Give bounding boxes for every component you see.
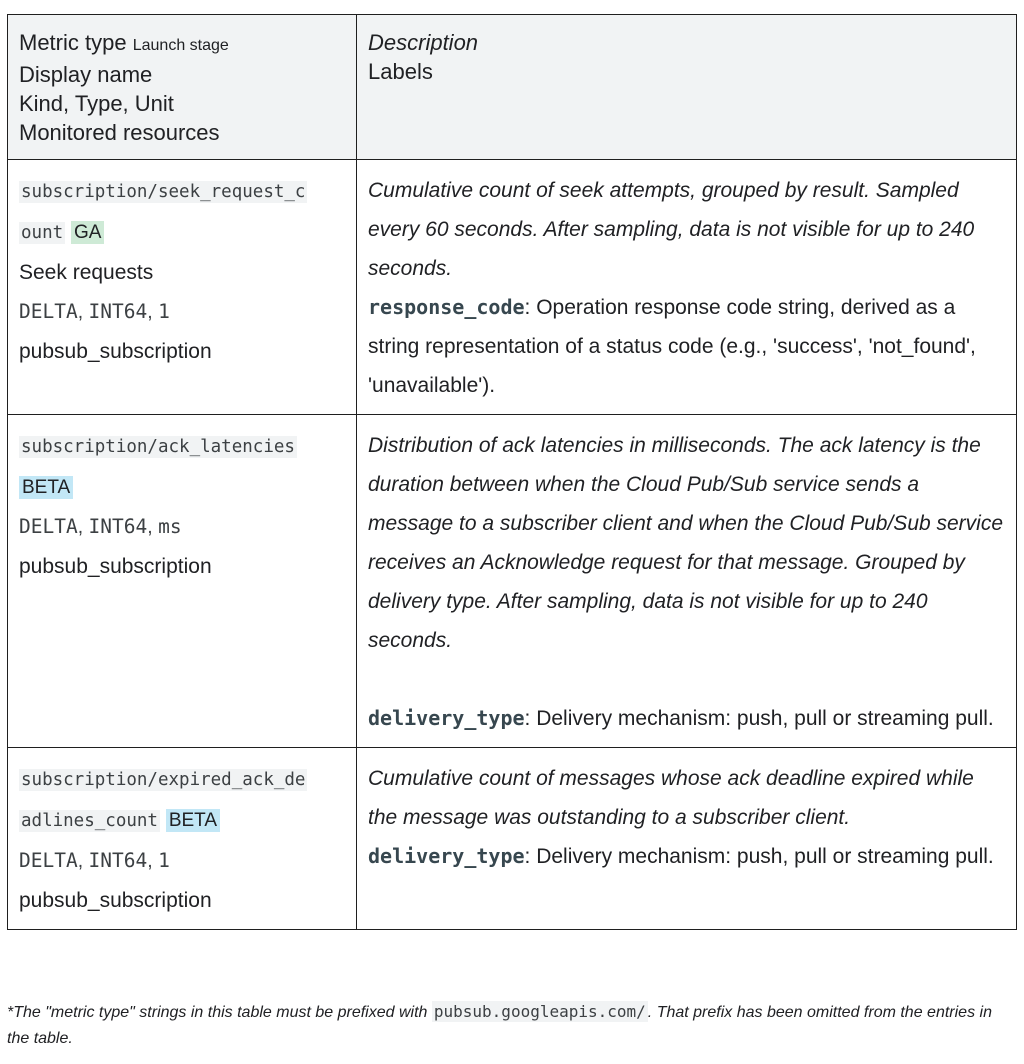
table-footnote: *The "metric type" strings in this table… (7, 999, 1007, 1052)
table-row: subscription/expired_ack_de adlines_coun… (7, 747, 1017, 930)
label-description: : Delivery mechanism: push, pull or stre… (524, 845, 994, 868)
table-header-row: Metric type Launch stage Display name Ki… (7, 14, 1017, 160)
value-type: INT64 (88, 849, 148, 872)
metric-description: Cumulative count of seek attempts, group… (368, 179, 975, 280)
label-description: : Delivery mechanism: push, pull or stre… (524, 707, 994, 730)
metric-type: subscription/seek_request_c (19, 181, 308, 203)
header-labels: Labels (368, 59, 433, 84)
label-name: response_code (368, 295, 525, 319)
header-description: Description (368, 30, 479, 55)
kind-type-unit: DELTA, INT64, 1 (19, 849, 170, 872)
footnote-prefix-code: pubsub.googleapis.com/ (431, 1001, 648, 1022)
metric-type-continued: ount (19, 222, 66, 244)
description-cell: Distribution of ack latencies in millise… (356, 414, 1017, 748)
metrics-table: Metric type Launch stage Display name Ki… (7, 14, 1017, 930)
launch-stage-badge: GA (71, 221, 105, 244)
header-display-name: Display name (19, 62, 153, 87)
monitored-resource: pubsub_subscription (19, 340, 212, 363)
metric-cell: subscription/ack_latencies BETA DELTA, I… (7, 414, 357, 748)
value-type: INT64 (88, 515, 148, 538)
label-name: delivery_type (368, 706, 525, 730)
kind-type-unit: DELTA, INT64, ms (19, 515, 182, 538)
header-monitored-resources: Monitored resources (19, 120, 220, 145)
launch-stage-badge: BETA (19, 476, 74, 499)
metric-type-continued: adlines_count (19, 810, 160, 832)
monitored-resource: pubsub_subscription (19, 555, 212, 578)
metrics-table-container: Metric type Launch stage Display name Ki… (7, 14, 1017, 930)
header-kind-type-unit: Kind, Type, Unit (19, 91, 174, 116)
metric-cell: subscription/seek_request_c ount GA Seek… (7, 159, 357, 415)
metric-type: subscription/ack_latencies (19, 436, 297, 458)
header-launch-stage: Launch stage (132, 37, 229, 54)
metric-kind: DELTA (19, 515, 78, 538)
monitored-resource: pubsub_subscription (19, 889, 212, 912)
table-row: subscription/seek_request_c ount GA Seek… (7, 159, 1017, 415)
description-cell: Cumulative count of seek attempts, group… (356, 159, 1017, 415)
header-metric-column: Metric type Launch stage Display name Ki… (7, 14, 357, 160)
metric-kind: DELTA (19, 300, 78, 323)
metric-cell: subscription/expired_ack_de adlines_coun… (7, 747, 357, 930)
table-row: subscription/ack_latencies BETA DELTA, I… (7, 414, 1017, 748)
metric-kind: DELTA (19, 849, 78, 872)
label-entry: delivery_type: Delivery mechanism: push,… (368, 699, 1005, 738)
kind-type-unit: DELTA, INT64, 1 (19, 300, 170, 323)
label-entry: delivery_type: Delivery mechanism: push,… (368, 837, 1005, 876)
display-name: Seek requests (19, 261, 154, 284)
header-description-column: Description Labels (356, 14, 1017, 160)
metric-type: subscription/expired_ack_de (19, 769, 308, 791)
header-metric-type: Metric type (19, 30, 127, 55)
label-name: delivery_type (368, 844, 525, 868)
label-entry: response_code: Operation response code s… (368, 288, 1005, 405)
unit: ms (158, 515, 182, 538)
footnote-text-before: *The "metric type" strings in this table… (7, 1004, 432, 1021)
description-cell: Cumulative count of messages whose ack d… (356, 747, 1017, 930)
launch-stage-badge: BETA (165, 809, 221, 832)
value-type: INT64 (88, 300, 148, 323)
unit: 1 (158, 300, 170, 323)
metric-description: Cumulative count of messages whose ack d… (368, 767, 974, 829)
metric-description: Distribution of ack latencies in millise… (368, 434, 1004, 652)
unit: 1 (158, 849, 170, 872)
